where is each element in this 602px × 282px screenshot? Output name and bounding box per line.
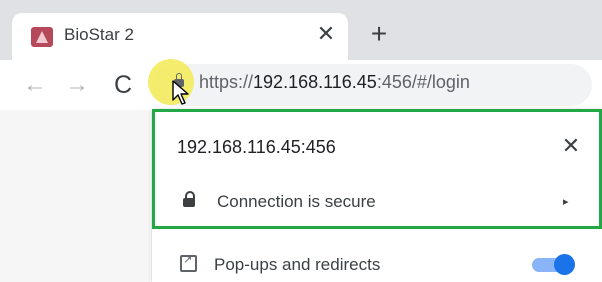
popups-redirects-row: Pop-ups and redirects — [152, 247, 602, 281]
reload-button[interactable]: C — [108, 70, 138, 100]
page-background — [0, 110, 150, 282]
chevron-right-icon: ▸ — [563, 196, 569, 208]
url-scheme: https:// — [199, 72, 254, 92]
site-info-popup: 192.168.116.45:456 ✕ Connection is secur… — [152, 109, 602, 282]
url-text[interactable]: https://192.168.116.45:456/#/login — [199, 72, 470, 93]
biostar-favicon-icon — [31, 27, 53, 47]
connection-secure-label: Connection is secure — [217, 192, 376, 211]
tab-strip: BioStar 2 ✕ + — [0, 0, 602, 60]
external-link-icon — [180, 253, 197, 272]
new-tab-button[interactable]: + — [364, 20, 394, 50]
forward-button[interactable]: → — [62, 70, 92, 100]
tab-biostar[interactable]: BioStar 2 ✕ — [12, 13, 348, 60]
close-popup-icon[interactable]: ✕ — [559, 134, 583, 158]
connection-secure-row[interactable]: Connection is secure ▸ — [155, 184, 599, 224]
url-host: 192.168.116.45 — [253, 72, 377, 92]
popups-toggle[interactable] — [532, 254, 575, 275]
toggle-knob — [554, 254, 575, 275]
mouse-cursor-icon — [172, 80, 189, 105]
close-tab-icon[interactable]: ✕ — [314, 22, 338, 46]
popup-host: 192.168.116.45:456 — [177, 137, 336, 157]
tab-title: BioStar 2 — [64, 25, 134, 44]
browser-window: BioStar 2 ✕ + ← → C https://192.168.116.… — [0, 0, 602, 282]
lock-icon — [183, 191, 195, 207]
back-button[interactable]: ← — [20, 70, 50, 100]
url-path: :456/#/login — [376, 72, 470, 92]
site-security-section: 192.168.116.45:456 ✕ Connection is secur… — [152, 109, 602, 229]
popups-redirects-label: Pop-ups and redirects — [214, 255, 381, 274]
